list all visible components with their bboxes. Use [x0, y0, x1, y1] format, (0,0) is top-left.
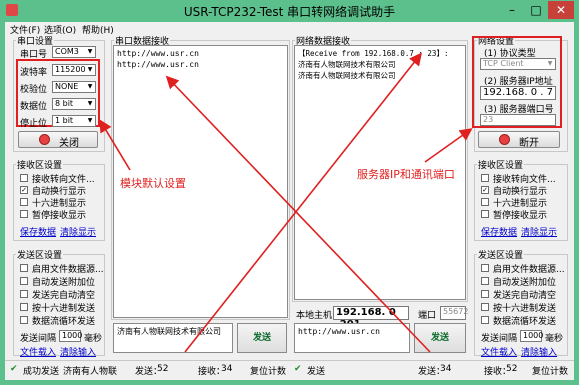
annotation-arrow-right	[424, 128, 473, 163]
annotation-arrow-cross-1	[184, 52, 422, 353]
annotation-arrow-left	[99, 119, 131, 171]
annotation-arrow-cross-2	[165, 75, 431, 353]
annotation-right-text: 服务器IP和通讯端口	[357, 168, 455, 181]
annotation-overlay	[99, 52, 473, 353]
annotation-left-text: 模块默认设置	[120, 177, 186, 190]
